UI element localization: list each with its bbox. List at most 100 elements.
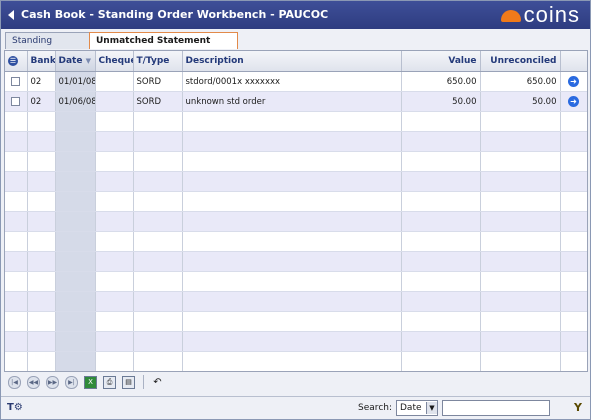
empty-cell [480, 111, 561, 132]
empty-cell [560, 211, 587, 232]
empty-cell [5, 131, 28, 152]
search-input[interactable] [442, 400, 550, 416]
row-checkbox[interactable] [11, 76, 21, 86]
empty-cell [182, 251, 402, 272]
empty-cell [182, 111, 402, 132]
empty-cell [5, 311, 28, 332]
empty-cell [401, 151, 481, 172]
go-arrow-icon[interactable]: ➜ [568, 76, 579, 87]
empty-cell [5, 271, 28, 292]
window: Cash Book - Standing Order Workbench - P… [0, 0, 591, 420]
empty-cell [182, 351, 402, 371]
empty-cell [55, 231, 96, 252]
cell-ttype: SORD [133, 91, 183, 112]
table-row[interactable]: 02 01/06/08 SORD unknown std order 50.00… [5, 91, 587, 112]
window-title: Cash Book - Standing Order Workbench - P… [21, 8, 329, 21]
empty-row [5, 111, 587, 132]
empty-cell [133, 271, 183, 292]
empty-cell [27, 231, 56, 252]
column-chooser-header[interactable]: ☰ [5, 51, 28, 72]
filter-options-icon[interactable]: T⚙ [7, 402, 23, 413]
empty-cell [480, 251, 561, 272]
empty-cell [182, 311, 402, 332]
empty-cell [401, 231, 481, 252]
table-row[interactable]: 02 01/01/08 SORD stdord/0001x xxxxxxx 65… [5, 71, 587, 92]
tab-unmatched-statement-items[interactable]: Unmatched Statement Items [89, 32, 238, 62]
empty-cell [5, 231, 28, 252]
empty-cell [95, 151, 134, 172]
empty-cell [55, 271, 96, 292]
empty-cell [560, 311, 587, 332]
tab-standing-orders[interactable]: Standing Orders [5, 32, 92, 62]
empty-cell [27, 211, 56, 232]
empty-cell [401, 111, 481, 132]
previous-page-icon[interactable]: ◀◀ [27, 375, 40, 389]
col-cheque-header[interactable]: Cheque [95, 51, 134, 72]
col-unreconciled-header[interactable]: Unreconciled [480, 51, 561, 72]
col-bank-label: Bank [30, 56, 55, 66]
empty-cell [133, 131, 183, 152]
print-icon[interactable]: ⎙ [103, 375, 116, 389]
chevron-down-icon[interactable]: ▼ [426, 402, 437, 414]
empty-cell [5, 151, 28, 172]
empty-cell [95, 211, 134, 232]
col-description-header[interactable]: Description [182, 51, 402, 72]
cell-unreconciled: 50.00 [480, 91, 561, 112]
cell-value: 650.00 [401, 71, 481, 92]
empty-cell [480, 191, 561, 212]
filter-icon[interactable]: Y [574, 401, 582, 414]
col-unreconciled-label: Unreconciled [490, 56, 557, 66]
empty-cell [480, 271, 561, 292]
col-date-header[interactable]: Date ▼ [55, 51, 96, 72]
empty-cell [95, 111, 134, 132]
excel-export-icon[interactable]: X [84, 375, 97, 389]
col-bank-header[interactable]: Bank [27, 51, 56, 72]
last-page-icon[interactable]: ▶| [65, 375, 78, 389]
empty-cell [401, 211, 481, 232]
empty-cell [55, 191, 96, 212]
empty-cell [133, 311, 183, 332]
sort-descending-icon: ▼ [85, 57, 91, 65]
empty-cell [560, 291, 587, 312]
empty-row [5, 151, 587, 172]
empty-cell [401, 131, 481, 152]
col-value-header[interactable]: Value [401, 51, 481, 72]
col-date-label: Date [58, 56, 83, 66]
coins-logo: COINS [500, 4, 580, 26]
empty-cell [480, 211, 561, 232]
empty-cell [560, 351, 587, 371]
next-page-icon[interactable]: ▶▶ [46, 375, 59, 389]
empty-cell [182, 131, 402, 152]
column-chooser-icon[interactable]: ☰ [8, 56, 18, 66]
empty-row [5, 171, 587, 192]
empty-row [5, 191, 587, 212]
empty-cell [133, 111, 183, 132]
empty-cell [5, 331, 28, 352]
empty-cell [560, 331, 587, 352]
empty-cell [401, 191, 481, 212]
empty-cell [5, 111, 28, 132]
cell-unreconciled: 650.00 [480, 71, 561, 92]
collapse-arrow-icon[interactable] [8, 10, 14, 20]
empty-cell [480, 311, 561, 332]
col-ttype-header[interactable]: T/Type [133, 51, 183, 72]
empty-cell [401, 271, 481, 292]
empty-row [5, 251, 587, 272]
empty-cell [95, 171, 134, 192]
undo-icon[interactable]: ↶ [152, 377, 163, 388]
empty-cell [27, 171, 56, 192]
first-page-icon[interactable]: |◀ [8, 375, 21, 389]
empty-cell [27, 151, 56, 172]
empty-row [5, 271, 587, 292]
empty-cell [480, 131, 561, 152]
empty-cell [560, 131, 587, 152]
document-icon[interactable]: ▤ [122, 375, 135, 389]
row-checkbox[interactable] [11, 96, 21, 106]
grid-toolbar: |◀ ◀◀ ▶▶ ▶| X ⎙ ▤ ↶ [4, 372, 590, 392]
empty-cell [133, 291, 183, 312]
go-arrow-icon[interactable]: ➜ [568, 96, 579, 107]
empty-row [5, 291, 587, 312]
empty-cell [182, 171, 402, 192]
search-field-select[interactable]: Date ▼ [396, 400, 438, 416]
cell-bank: 02 [27, 91, 56, 112]
